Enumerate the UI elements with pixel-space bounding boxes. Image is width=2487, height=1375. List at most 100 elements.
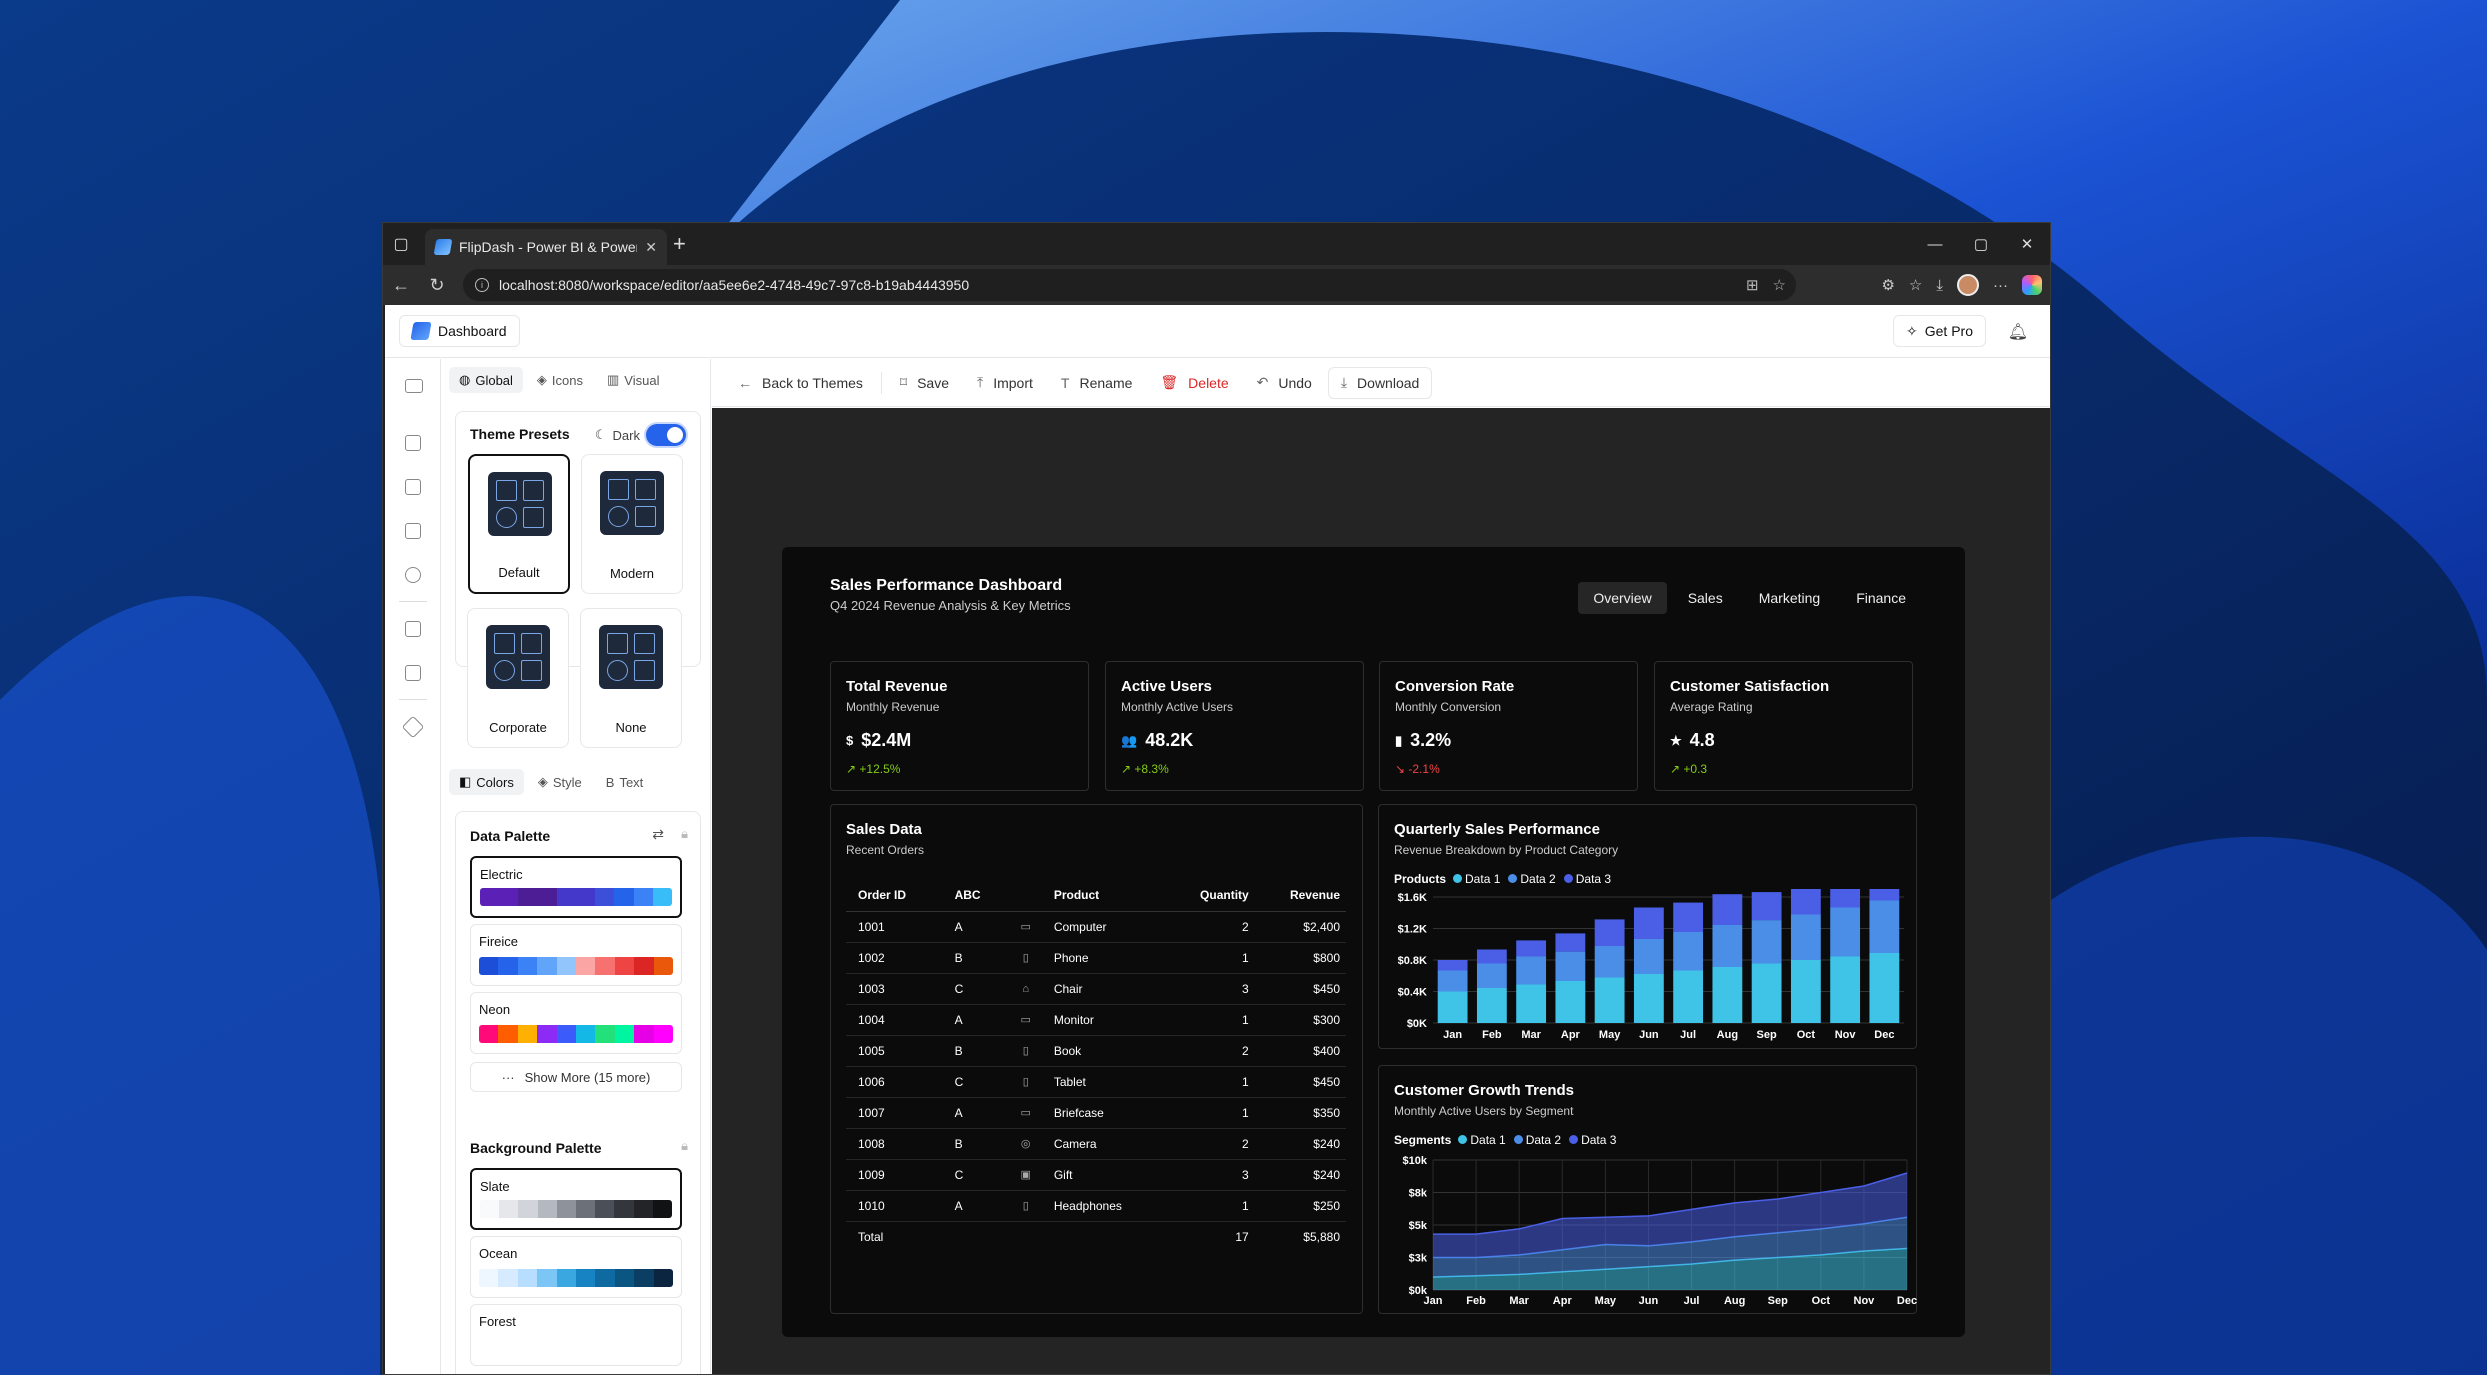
download-button[interactable]: ⤓ Download <box>1327 366 1433 399</box>
image-icon[interactable] <box>405 523 421 539</box>
import-label: Import <box>993 374 1033 391</box>
preset-modern[interactable]: Modern <box>581 454 683 594</box>
close-window-icon[interactable]: ✕ <box>2004 223 2050 265</box>
palette-electric[interactable]: Electric <box>470 856 682 918</box>
site-info-icon[interactable]: i <box>475 278 489 292</box>
tab-global[interactable]: ◍ Global <box>449 367 523 393</box>
palette-ocean[interactable]: Ocean <box>470 1236 682 1298</box>
table-cell: $800 <box>1254 942 1346 974</box>
back-icon[interactable]: ← <box>383 275 419 296</box>
table-cell: B <box>942 1128 1010 1160</box>
chart-legend: Products Data 1 Data 2 Data 3 <box>1394 872 1611 886</box>
palette-fireice[interactable]: Fireice <box>470 924 682 986</box>
save-button[interactable]: ⌑ Save <box>888 367 961 399</box>
swatch <box>633 888 653 906</box>
get-pro-button[interactable]: ✧ Get Pro <box>1893 315 1986 347</box>
lock-icon[interactable]: 🔒︎ <box>681 826 688 842</box>
dark-label: Dark <box>612 427 640 443</box>
pages-icon[interactable] <box>405 479 421 495</box>
bar <box>1751 920 1782 964</box>
dash-tab-overview[interactable]: Overview <box>1578 582 1667 614</box>
preset-label: Default <box>498 565 540 580</box>
palette-neon[interactable]: Neon <box>470 992 682 1054</box>
apps-icon[interactable] <box>405 621 421 637</box>
dash-tab-finance[interactable]: Finance <box>1841 582 1921 614</box>
dashboard-brand-button[interactable]: Dashboard <box>399 315 520 347</box>
swatch <box>556 1025 577 1043</box>
lock-icon[interactable]: 🔒︎ <box>681 1138 688 1154</box>
table-cell: C <box>942 1066 1010 1098</box>
dash-tab-marketing[interactable]: Marketing <box>1744 582 1835 614</box>
kpi-subtitle: Average Rating <box>1670 700 1753 714</box>
maximize-icon[interactable]: ▢ <box>1958 223 2004 265</box>
cube-icon[interactable] <box>401 715 425 739</box>
undo-button[interactable]: ↶ Undo <box>1245 367 1324 399</box>
components-icon[interactable] <box>405 435 421 451</box>
bell-icon[interactable]: 🔔︎ <box>2008 322 2028 342</box>
table-cell: Total <box>846 1220 943 1252</box>
profile-avatar[interactable] <box>1957 274 1979 296</box>
swap-icon[interactable]: ⇄ <box>652 826 664 843</box>
swatch <box>518 888 538 906</box>
chart-icon: ▥ <box>607 372 620 387</box>
extensions-icon[interactable]: ⚙ <box>1881 276 1894 294</box>
dark-mode-toggle[interactable] <box>646 424 686 446</box>
table-cell: Book <box>1041 1035 1166 1067</box>
swatch <box>595 957 615 975</box>
refresh-icon[interactable]: ↻ <box>419 275 455 296</box>
y-tick-label: $1.2K <box>1398 924 1427 936</box>
tab-visual[interactable]: ▥ Visual <box>597 367 669 393</box>
bar <box>1830 907 1861 957</box>
tab-icons[interactable]: ◈ Icons <box>527 367 593 393</box>
copilot-icon[interactable] <box>2022 275 2042 295</box>
kpi-card: Conversion Rate Monthly Conversion ▮ 3.2% ↘ … <box>1379 661 1638 791</box>
sales-data-panel: Sales Data Recent Orders Order ID ABC Prod… <box>830 804 1363 1314</box>
kpi-change: ↗ +8.3% <box>1121 762 1169 776</box>
table-cell: 2 <box>1165 1128 1255 1160</box>
downloads-icon[interactable]: ⤓ <box>1936 277 1943 294</box>
favorite-star-icon[interactable]: ☆ <box>1773 276 1786 294</box>
app-available-icon[interactable]: ⊞ <box>1746 276 1759 294</box>
tab-text[interactable]: B Text <box>596 769 654 795</box>
url-field[interactable]: i localhost:8080/workspace/editor/aa5ee6… <box>463 269 1796 301</box>
user-icon[interactable] <box>405 567 421 583</box>
rename-button[interactable]: T Rename <box>1049 367 1144 399</box>
sidebar-toggle-icon[interactable] <box>405 379 423 393</box>
y-tick-label: $1.6K <box>1398 892 1427 904</box>
close-tab-icon[interactable]: ✕ <box>645 239 657 256</box>
back-to-themes-button[interactable]: ← Back to Themes <box>726 367 875 399</box>
table-cell: 1 <box>1165 1097 1255 1129</box>
tab-style[interactable]: ◈ Style <box>528 769 592 795</box>
show-more-button[interactable]: ··· Show More (15 more) <box>470 1062 682 1092</box>
swatch <box>614 1269 635 1287</box>
preset-none[interactable]: None <box>580 608 682 748</box>
delete-button[interactable]: 🗑︎ Delete <box>1148 367 1240 399</box>
favorites-icon[interactable]: ☆ <box>1909 276 1922 294</box>
dash-tab-sales[interactable]: Sales <box>1673 582 1738 614</box>
tab-actions-icon[interactable]: ▢ <box>383 226 419 262</box>
table-cell: Briefcase <box>1041 1097 1166 1129</box>
new-tab-icon[interactable]: + <box>673 231 686 257</box>
table-cell: 1 <box>1165 942 1255 974</box>
briefcase-icon[interactable] <box>405 665 421 681</box>
tab-colors[interactable]: ◧ Colors <box>449 769 524 795</box>
table-cell: 2 <box>1165 911 1255 943</box>
more-options-icon[interactable]: ··· <box>1993 277 2008 294</box>
legend-label: Data 1 <box>1465 872 1501 886</box>
legend-label: Data 3 <box>1581 1133 1617 1147</box>
bar <box>1869 953 1900 1023</box>
preset-default[interactable]: Default <box>468 454 570 594</box>
browser-tab[interactable]: FlipDash - Power BI & Power Apps ✕ <box>425 229 667 265</box>
table-cell: 1003 <box>846 973 943 1005</box>
import-button[interactable]: ⤒ Import <box>965 367 1045 399</box>
minimize-icon[interactable]: — <box>1912 223 1958 265</box>
x-tick-label: Feb <box>1482 1029 1502 1041</box>
palette-forest[interactable]: Forest <box>470 1304 682 1366</box>
swatch <box>652 888 672 906</box>
palette-slate[interactable]: Slate <box>470 1168 682 1230</box>
swatch <box>479 957 499 975</box>
preset-corporate[interactable]: Corporate <box>467 608 569 748</box>
rail-divider <box>399 699 427 700</box>
table-cell <box>942 1220 1010 1252</box>
table-row: 1010 A ▯ Headphones 1 $250 <box>846 1190 1346 1222</box>
